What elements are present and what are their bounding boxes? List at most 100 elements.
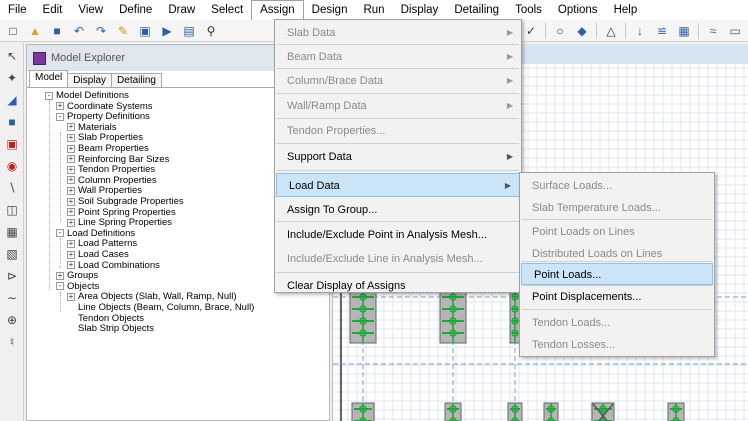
tree-node-area-objects-slab-wall-ramp-null[interactable]: + Area Objects (Slab, Wall, Ramp, Null) (67, 291, 237, 302)
menu-edit[interactable]: Edit (35, 0, 71, 20)
menu-options[interactable]: Options (550, 0, 606, 20)
menu-define[interactable]: Define (111, 0, 160, 20)
menu-view[interactable]: View (70, 0, 111, 20)
menu-item-load-data[interactable]: Load Data ▶ (276, 173, 520, 197)
menu-design[interactable]: Design (304, 0, 356, 20)
tab-model[interactable]: Model (29, 70, 69, 87)
line-load-icon[interactable]: ≌ (653, 22, 671, 40)
zoom-icon[interactable]: ⚲ (202, 22, 220, 40)
expand-icon[interactable]: + (56, 102, 64, 111)
tree-node-wall-properties[interactable]: + Wall Properties (67, 185, 142, 196)
collapse-icon[interactable]: - (45, 91, 53, 100)
tree-node-reinforcing-bar-sizes[interactable]: + Reinforcing Bar Sizes (67, 154, 169, 165)
new-file-icon[interactable]: □ (4, 22, 22, 40)
draw-wall-icon[interactable]: ▦ (3, 223, 21, 241)
submenu-item-point-displacements[interactable]: Point Displacements... (520, 286, 714, 308)
menu-run[interactable]: Run (355, 0, 392, 20)
expand-icon[interactable]: + (67, 261, 75, 270)
tree-node-tendon-objects[interactable]: Tendon Objects (78, 313, 144, 324)
expand-icon[interactable]: + (67, 239, 75, 248)
eraser-icon[interactable]: ▭ (726, 22, 744, 40)
tree-node-property-definitions[interactable]: - Property Definitions (56, 111, 150, 122)
menu-item-assign-to-group[interactable]: Assign To Group... (275, 198, 521, 222)
run-icon[interactable]: ▶ (158, 22, 176, 40)
redo-icon[interactable]: ↷ (92, 22, 110, 40)
draw-line-icon[interactable]: ∖ (3, 179, 21, 197)
tab-display[interactable]: Display (67, 73, 113, 87)
expand-icon[interactable]: + (56, 271, 64, 280)
reshape-icon[interactable]: ✦ (3, 69, 21, 87)
menu-select[interactable]: Select (203, 0, 251, 20)
submenu-item-slab-temperature-loads[interactable]: Slab Temperature Loads... (520, 197, 714, 219)
dimension-icon[interactable]: ⊕ (3, 311, 21, 329)
expand-icon[interactable]: + (67, 123, 75, 132)
menu-item-include-exclude-point-in-analysis-mesh[interactable]: Include/Exclude Point in Analysis Mesh..… (275, 223, 521, 247)
draw-beam-icon[interactable]: ◫ (3, 201, 21, 219)
submenu-item-point-loads-on-lines[interactable]: Point Loads on Lines (520, 221, 714, 243)
menu-item-column-brace-data[interactable]: Column/Brace Data ▶ (275, 69, 521, 93)
tree-node-load-combinations[interactable]: + Load Combinations (67, 260, 160, 271)
draw-strip-icon[interactable]: ▧ (3, 245, 21, 263)
expand-icon[interactable]: + (67, 208, 75, 217)
tree-node-load-patterns[interactable]: + Load Patterns (67, 238, 137, 249)
tree-node-tendon-properties[interactable]: + Tendon Properties (67, 164, 155, 175)
tree-node-load-definitions[interactable]: - Load Definitions (56, 228, 135, 239)
lock-icon[interactable]: ▣ (136, 22, 154, 40)
tab-detailing[interactable]: Detailing (111, 73, 162, 87)
submenu-item-surface-loads[interactable]: Surface Loads... (520, 175, 714, 197)
area-load-icon[interactable]: ▦ (675, 22, 693, 40)
menu-item-support-data[interactable]: Support Data ▶ (275, 145, 521, 169)
submenu-item-tendon-loads[interactable]: Tendon Loads... (520, 312, 714, 334)
draw-rectangle-icon[interactable]: ■ (3, 113, 21, 131)
expand-icon[interactable]: + (67, 176, 75, 185)
wind-load-icon[interactable]: ≈ (704, 22, 722, 40)
collapse-icon[interactable]: - (56, 282, 64, 291)
draw-point-icon[interactable]: ◉ (3, 157, 21, 175)
draw-column-icon[interactable]: ▣ (3, 135, 21, 153)
collapse-icon[interactable]: - (56, 112, 64, 121)
tree-node-coordinate-systems[interactable]: + Coordinate Systems (56, 101, 153, 112)
expand-icon[interactable]: + (67, 186, 75, 195)
menu-detailing[interactable]: Detailing (446, 0, 507, 20)
expand-icon[interactable]: + (67, 292, 75, 301)
tree-node-slab-strip-objects[interactable]: Slab Strip Objects (78, 323, 154, 334)
menu-assign[interactable]: Assign (251, 0, 304, 20)
point-load-icon[interactable]: ↓ (631, 22, 649, 40)
submenu-item-point-loads[interactable]: Point Loads... (521, 263, 713, 285)
expand-icon[interactable]: + (67, 155, 75, 164)
circle-icon[interactable]: ○ (551, 22, 569, 40)
expand-icon[interactable]: + (67, 197, 75, 206)
open-folder-icon[interactable]: ▲ (26, 22, 44, 40)
menu-item-beam-data[interactable]: Beam Data ▶ (275, 45, 521, 69)
menu-item-wall-ramp-data[interactable]: Wall/Ramp Data ▶ (275, 94, 521, 118)
menu-item-slab-data[interactable]: Slab Data ▶ (275, 21, 521, 45)
tree-node-materials[interactable]: + Materials (67, 122, 117, 133)
menu-draw[interactable]: Draw (160, 0, 203, 20)
collapse-icon[interactable]: - (56, 229, 64, 238)
draw-area-icon[interactable]: ◢ (3, 91, 21, 109)
tree-node-load-cases[interactable]: + Load Cases (67, 249, 129, 260)
tree-node-slab-properties[interactable]: + Slab Properties (67, 132, 143, 143)
menu-item-tendon-properties[interactable]: Tendon Properties... (275, 119, 521, 143)
menu-file[interactable]: File (0, 0, 35, 20)
expand-icon[interactable]: + (67, 133, 75, 142)
expand-icon[interactable]: + (67, 165, 75, 174)
tree-node-model-definitions[interactable]: - Model Definitions (45, 90, 129, 101)
draw-design-strip-icon[interactable]: ∼ (3, 289, 21, 307)
diamond-icon[interactable]: ◆ (573, 22, 591, 40)
menu-item-clear-display-of-assigns[interactable]: Clear Display of Assigns (275, 274, 521, 298)
menu-tools[interactable]: Tools (507, 0, 550, 20)
pencil-icon[interactable]: ✎ (114, 22, 132, 40)
check-icon[interactable]: ✓ (522, 22, 540, 40)
submenu-item-tendon-losses[interactable]: Tendon Losses... (520, 334, 714, 356)
tree-node-beam-properties[interactable]: + Beam Properties (67, 143, 149, 154)
expand-icon[interactable]: + (67, 218, 75, 227)
chart-icon[interactable]: ▤ (180, 22, 198, 40)
pointer-icon[interactable]: ↖ (3, 47, 21, 65)
menu-item-include-exclude-line-in-analysis-mesh[interactable]: Include/Exclude Line in Analysis Mesh... (275, 247, 521, 271)
undo-icon[interactable]: ↶ (70, 22, 88, 40)
tree-node-point-spring-properties[interactable]: + Point Spring Properties (67, 207, 176, 218)
tree-node-soil-subgrade-properties[interactable]: + Soil Subgrade Properties (67, 196, 184, 207)
tree-node-line-objects-beam-column-brace-null[interactable]: Line Objects (Beam, Column, Brace, Null) (78, 302, 254, 313)
warning-triangle-icon[interactable]: △ (602, 22, 620, 40)
